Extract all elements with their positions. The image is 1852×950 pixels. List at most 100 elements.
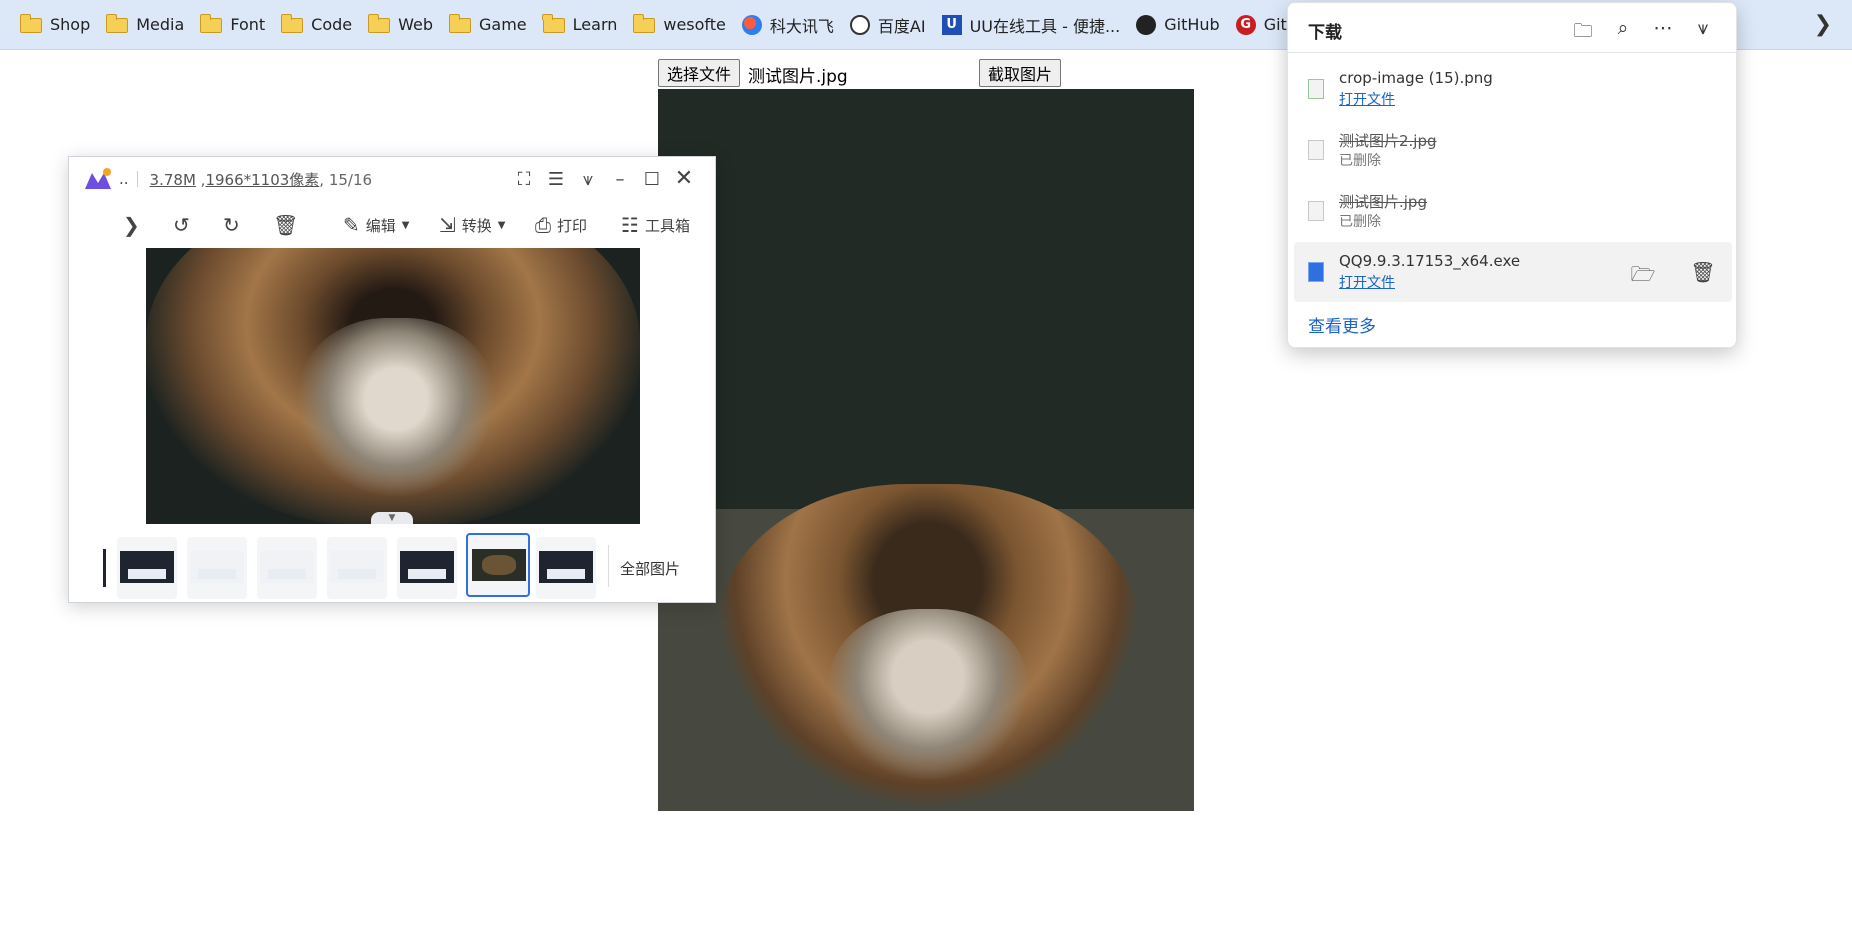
delete-icon[interactable]: 🗑 [1690, 260, 1716, 284]
download-item[interactable]: QQ9.9.3.17153_x64.exe 打开文件 🗁 🗑 [1294, 242, 1732, 302]
viewer-titlebar: .. 3.78M ,1966*1103像素, 15/16 ⛶ ☰ ⩛ – ☐ ✕ [69, 157, 715, 201]
all-pictures-button[interactable]: 全部图片 [620, 558, 680, 579]
bookmark-github[interactable]: GitHub [1130, 8, 1229, 42]
convert-button[interactable]: ⇲ 转换 ▼ [439, 213, 505, 237]
collapse-filmstrip-icon[interactable]: ▼ [371, 512, 413, 524]
menu-icon[interactable]: ☰ [545, 169, 567, 190]
bookmark-font[interactable]: Font [194, 8, 275, 42]
see-more-link[interactable]: 查看更多 [1308, 312, 1376, 337]
thumbnail[interactable] [117, 537, 177, 599]
thumbnail[interactable] [536, 537, 596, 599]
more-icon[interactable]: ⋯ [1651, 17, 1675, 39]
chevron-right-icon[interactable]: ❯ [1814, 12, 1832, 37]
downloads-panel: 下载 🗀 ⌕ ⋯ ⩛ crop-image (15).png 打开文件 测试图片… [1287, 2, 1737, 348]
folder-icon [280, 14, 304, 33]
canvas-preview-image [658, 89, 1194, 811]
download-item[interactable]: 测试图片2.jpg 已删除 [1294, 120, 1732, 180]
title-dots: .. [119, 170, 129, 188]
folder-icon[interactable]: 🗀 [1571, 17, 1595, 49]
iflytek-icon [741, 14, 762, 35]
thumbnail-selected[interactable] [466, 533, 530, 597]
toolbox-button[interactable]: ☷ 工具箱 [621, 213, 690, 237]
pin-icon[interactable]: ⩛ [577, 169, 599, 190]
minimize-icon[interactable]: – [609, 169, 631, 190]
download-item[interactable]: 测试图片.jpg 已删除 [1294, 181, 1732, 241]
fullscreen-icon[interactable]: ⛶ [513, 169, 535, 190]
bookmark-game[interactable]: Game [443, 8, 537, 42]
caret-down-icon: ▼ [401, 219, 410, 231]
file-size-link[interactable]: 3.78M [150, 171, 196, 189]
convert-icon: ⇲ [439, 213, 456, 237]
download-file-name: 测试图片.jpg [1339, 193, 1427, 211]
folder-icon [199, 14, 223, 33]
image-info: 3.78M ,1966*1103像素, 15/16 [149, 170, 373, 189]
image-position: , 15/16 [319, 170, 373, 189]
bookmark-iflytek[interactable]: 科大讯飞 [736, 8, 844, 42]
print-button[interactable]: ⎙ 打印 [535, 213, 587, 237]
pin-icon[interactable]: ⩛ [1691, 17, 1715, 39]
download-status: 已删除 [1339, 214, 1381, 230]
downloads-header: 下载 🗀 ⌕ ⋯ ⩛ [1288, 3, 1736, 53]
bookmark-uu-tools[interactable]: U UU在线工具 - 便捷... [936, 8, 1131, 42]
edit-button[interactable]: ✎ 编辑 ▼ [343, 213, 409, 237]
download-file-name: 测试图片2.jpg [1339, 132, 1437, 150]
thumbnail[interactable] [257, 537, 317, 599]
delete-icon[interactable]: 🗑 [273, 213, 304, 237]
viewer-logo-icon [83, 167, 113, 191]
file-icon [1308, 140, 1324, 160]
thumbnail[interactable] [327, 537, 387, 599]
bookmark-shop[interactable]: Shop [14, 8, 100, 42]
gitee-icon: G [1235, 14, 1256, 35]
filmstrip-divider [608, 545, 609, 587]
download-status: 已删除 [1339, 153, 1381, 169]
bookmark-code[interactable]: Code [275, 8, 362, 42]
close-icon[interactable]: ✕ [673, 166, 695, 191]
image-file-icon [1308, 79, 1324, 99]
folder-icon [542, 14, 565, 33]
folder-icon [367, 14, 391, 33]
title-divider [136, 171, 138, 187]
choose-file-button[interactable]: 选择文件 [658, 59, 741, 87]
exe-file-icon [1308, 262, 1324, 282]
file-icon [1308, 201, 1324, 221]
folder-icon [105, 14, 129, 33]
thumbnail[interactable] [397, 537, 457, 599]
open-file-link[interactable]: 打开文件 [1339, 89, 1395, 109]
viewer-main-image [146, 248, 640, 524]
search-icon[interactable]: ⌕ [1611, 17, 1635, 39]
download-file-name: crop-image (15).png [1339, 69, 1493, 87]
caret-down-icon: ▼ [497, 219, 506, 231]
maximize-icon[interactable]: ☐ [641, 169, 663, 190]
folder-icon [448, 14, 472, 33]
canvas-dark-region [658, 89, 1194, 509]
rotate-right-icon[interactable]: ↻ [223, 213, 246, 237]
grid-icon: ☷ [621, 213, 639, 237]
folder-icon [19, 14, 42, 33]
viewer-toolbar: ❯ ↺ ↻ 🗑 ✎ 编辑 ▼ ⇲ 转换 ▼ ⎙ 打印 ☷ 工具箱 [69, 201, 715, 249]
printer-icon: ⎙ [535, 213, 551, 237]
download-file-name: QQ9.9.3.17153_x64.exe [1339, 252, 1521, 270]
baidu-ai-icon [849, 14, 870, 35]
bookmark-wesofte[interactable]: wesofte [627, 8, 736, 42]
dimensions-link[interactable]: 1966*1103像素 [205, 171, 319, 189]
download-item[interactable]: crop-image (15).png 打开文件 [1294, 59, 1732, 119]
folder-icon [632, 14, 656, 33]
lion-muzzle [828, 609, 1028, 779]
uu-tools-icon: U [941, 14, 962, 35]
next-icon[interactable]: ❯ [123, 213, 146, 237]
bookmark-learn[interactable]: Learn [537, 8, 628, 42]
rotate-left-icon[interactable]: ↺ [173, 213, 196, 237]
capture-image-button[interactable]: 截取图片 [979, 59, 1062, 87]
github-icon [1136, 14, 1157, 35]
bookmark-web[interactable]: Web [362, 8, 443, 42]
lion-muzzle [296, 318, 496, 498]
filmstrip-edge [103, 549, 106, 587]
show-in-folder-icon[interactable]: 🗁 [1630, 260, 1656, 294]
thumbnail[interactable] [187, 537, 247, 599]
bookmark-baidu-ai[interactable]: 百度AI [844, 8, 936, 42]
selected-file-name: 测试图片.jpg [748, 67, 848, 87]
bookmark-media[interactable]: Media [100, 8, 194, 42]
open-file-link[interactable]: 打开文件 [1339, 272, 1395, 292]
downloads-title: 下载 [1308, 23, 1342, 43]
image-viewer-window: .. 3.78M ,1966*1103像素, 15/16 ⛶ ☰ ⩛ – ☐ ✕… [68, 156, 716, 603]
